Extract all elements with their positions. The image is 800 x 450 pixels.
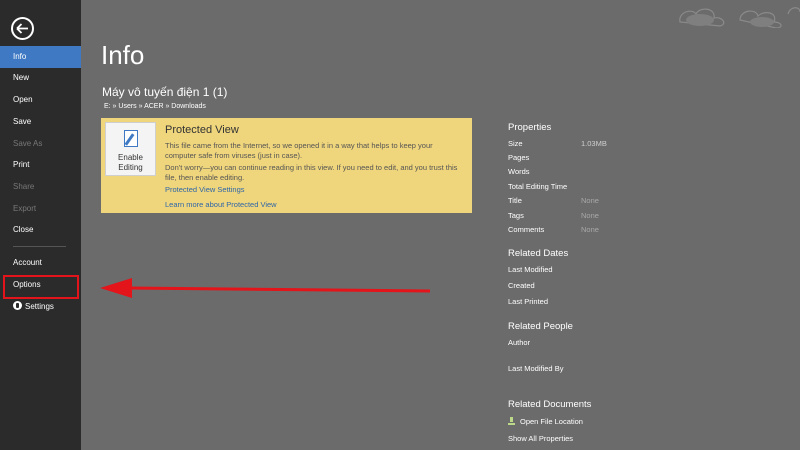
prop-title-value[interactable]: None — [581, 196, 599, 205]
sidebar-item-settings-label: Settings — [25, 302, 54, 311]
prop-words-label: Words — [508, 167, 530, 176]
protected-view-banner: Enable Editing Protected View This file … — [101, 118, 472, 213]
red-arrow-annotation — [100, 278, 431, 298]
open-file-location-link[interactable]: Open File Location — [508, 417, 583, 426]
sidebar-item-account[interactable]: Account — [0, 252, 81, 274]
sidebar-divider — [13, 246, 66, 247]
folder-icon — [508, 417, 515, 425]
document-path-breadcrumb[interactable]: E: » Users » ACER » Downloads — [104, 103, 206, 110]
sidebar-item-settings[interactable]: Settings — [0, 296, 81, 318]
enable-editing-button[interactable]: Enable Editing — [105, 122, 156, 176]
prop-tags-label: Tags — [508, 211, 524, 220]
banner-message-line: file, then enable editing. — [165, 173, 245, 182]
sidebar-item-close[interactable]: Close — [0, 219, 81, 241]
prop-comments-label: Comments — [508, 225, 545, 234]
clouds-decoration — [679, 7, 800, 28]
last-modified-by-label: Last Modified By — [508, 364, 564, 373]
sidebar-item-new[interactable]: New — [0, 67, 81, 89]
banner-message-line: computer safe from viruses (just in case… — [165, 151, 303, 160]
protected-view-settings-link[interactable]: Protected View Settings — [165, 185, 245, 194]
last-printed-label: Last Printed — [508, 297, 549, 306]
back-arrow-icon — [16, 23, 28, 34]
settings-icon — [13, 301, 22, 310]
related-documents-heading: Related Documents — [508, 399, 592, 410]
prop-pages-label: Pages — [508, 153, 530, 162]
related-dates-heading: Related Dates — [508, 248, 569, 259]
created-label: Created — [508, 281, 535, 290]
banner-message-line: Don't worry—you can continue reading in … — [165, 163, 458, 172]
prop-size-label: Size — [508, 139, 523, 148]
prop-comments-value[interactable]: None — [581, 225, 599, 234]
related-people-heading: Related People — [508, 321, 573, 332]
open-file-location-label: Open File Location — [520, 417, 583, 426]
author-label: Author — [508, 338, 531, 347]
sidebar-item-info[interactable]: Info — [0, 46, 81, 68]
banner-title: Protected View — [165, 124, 239, 136]
learn-more-link[interactable]: Learn more about Protected View — [165, 200, 277, 209]
options-highlight-box — [3, 275, 79, 299]
last-modified-label: Last Modified — [508, 265, 553, 274]
page-title: Info — [101, 40, 145, 70]
sidebar-item-export[interactable]: Export — [0, 198, 81, 220]
banner-message-line: This file came from the Internet, so we … — [165, 141, 433, 150]
sidebar-item-open[interactable]: Open — [0, 89, 81, 111]
sidebar-item-save[interactable]: Save — [0, 111, 81, 133]
show-all-properties-link[interactable]: Show All Properties — [508, 434, 573, 443]
properties-heading[interactable]: Properties — [508, 122, 551, 133]
sidebar-item-print[interactable]: Print — [0, 154, 81, 176]
enable-editing-label: Enable Editing — [118, 153, 143, 172]
sidebar-item-share[interactable]: Share — [0, 176, 81, 198]
backstage-sidebar: Info New Open Save Save As Print Share E… — [0, 0, 81, 450]
sidebar-item-save-as[interactable]: Save As — [0, 133, 81, 155]
document-title: Máy vô tuyến điện 1 (1) — [102, 85, 228, 99]
prop-editing-time-label: Total Editing Time — [508, 182, 568, 191]
prop-title-label: Title — [508, 196, 522, 205]
back-button[interactable] — [11, 17, 34, 40]
prop-size-value: 1.03MB — [581, 139, 607, 148]
prop-tags-value[interactable]: None — [581, 211, 599, 220]
